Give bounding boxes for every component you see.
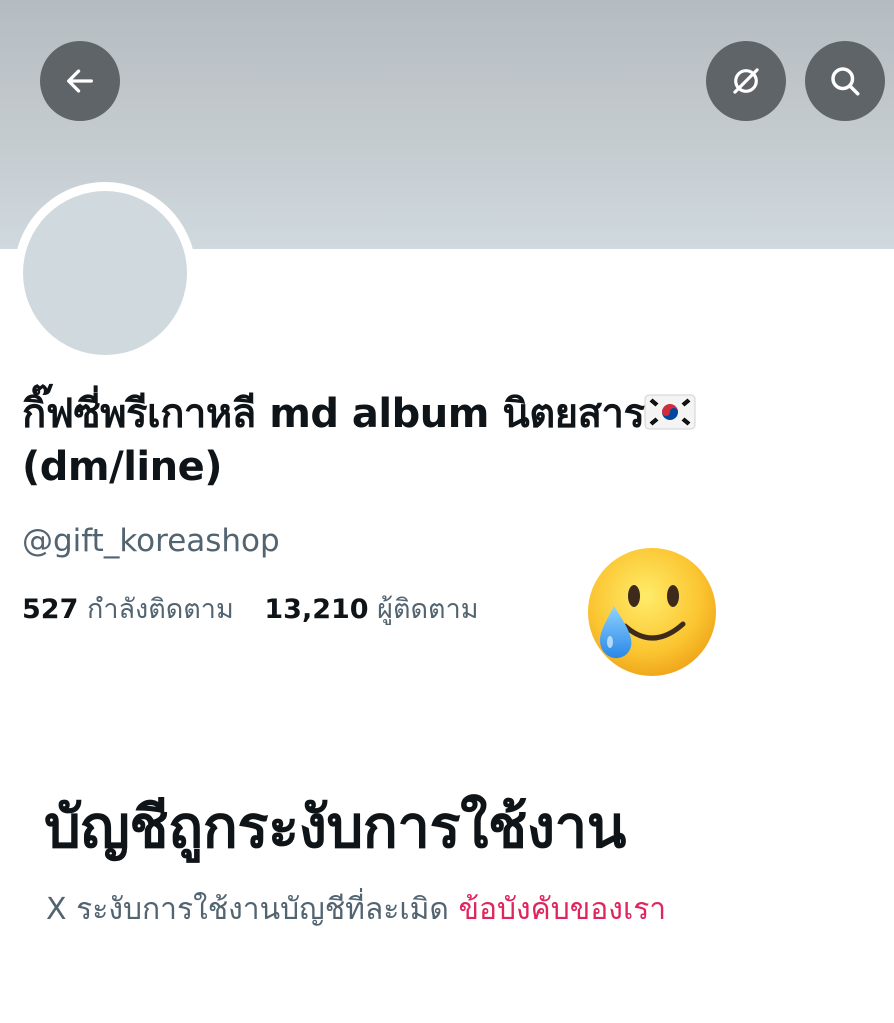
display-name-line2: (dm/line) [22, 444, 223, 490]
suspended-title: บัญชีถูกระงับการใช้งาน [44, 793, 626, 861]
following-link[interactable]: 527 กำลังติดตาม [22, 594, 234, 625]
suspended-message-text: X ระงับการใช้งานบัญชีที่ละเมิด [46, 892, 459, 927]
rules-link[interactable]: ข้อบังคับของเรา [458, 892, 666, 927]
arrow-left-icon [67, 69, 93, 93]
followers-count: 13,210 [264, 594, 369, 625]
smiling-face-with-tear-emoji [588, 548, 716, 676]
suspended-message: X ระงับการใช้งานบัญชีที่ละเมิด ข้อบังคับ… [46, 886, 666, 933]
avatar[interactable] [14, 182, 196, 364]
eye-slash-icon [733, 68, 759, 94]
display-name: กิ๊ฟซี่พรีเกาหลี md album นิตยสาร (dm/li… [22, 388, 884, 494]
following-label: กำลังติดตาม [86, 594, 234, 625]
followers-link[interactable]: 13,210 ผู้ติดตาม [264, 594, 478, 625]
avatar-placeholder [23, 191, 187, 355]
user-handle: @gift_koreashop [22, 523, 280, 559]
display-name-text: กิ๊ฟซี่พรีเกาหลี md album นิตยสาร [22, 391, 645, 437]
search-icon [831, 67, 860, 96]
korea-flag-icon [644, 394, 696, 430]
followers-label: ผู้ติดตาม [377, 594, 479, 625]
search-button[interactable] [805, 41, 885, 121]
follow-stats: 527 กำลังติดตาม 13,210 ผู้ติดตาม [22, 587, 479, 630]
following-count: 527 [22, 594, 79, 625]
back-button[interactable] [40, 41, 120, 121]
translate-toggle-button[interactable] [706, 41, 786, 121]
